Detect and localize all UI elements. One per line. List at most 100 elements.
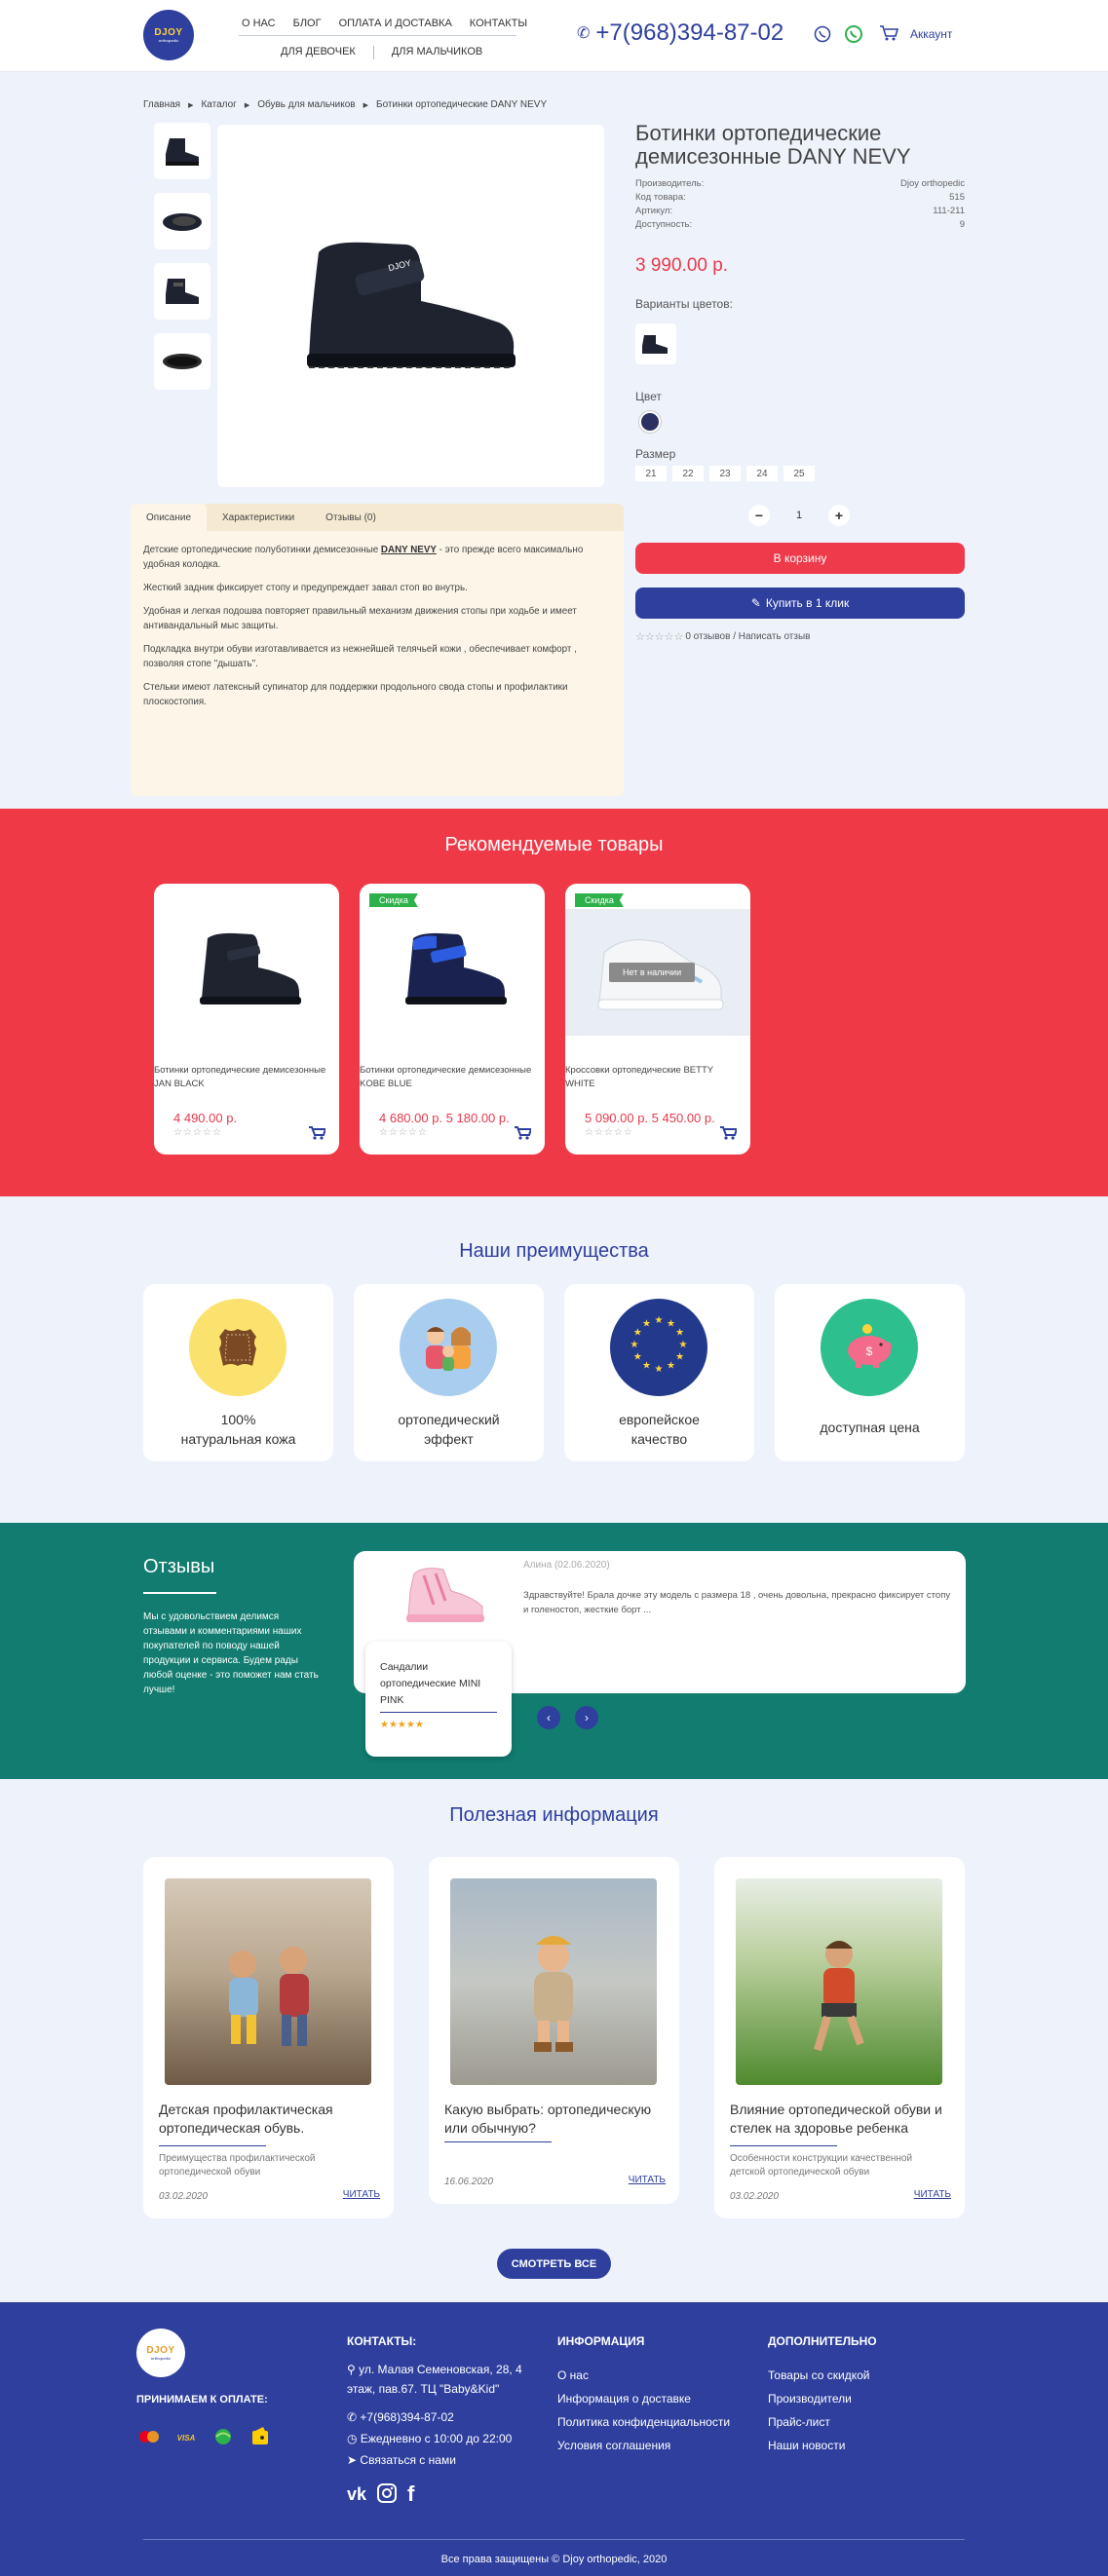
product-name-link[interactable]: DANY NEVY <box>381 545 437 555</box>
article-card[interactable]: Влияние ортопедической обуви и стелек на… <box>714 1857 965 2218</box>
add-to-cart-icon[interactable] <box>308 1125 327 1144</box>
buy-one-click-button[interactable]: ✎ Купить в 1 клик <box>635 587 965 619</box>
edit-icon: ✎ <box>750 596 761 610</box>
footer-link[interactable]: Наши новости <box>768 2434 869 2457</box>
whatsapp-icon[interactable] <box>844 24 863 44</box>
nav-blog[interactable]: БЛОГ <box>293 18 322 29</box>
header-phone[interactable]: ✆ +7(968)394-87-02 <box>577 19 783 47</box>
breadcrumb-arrow-icon: ▶ <box>363 101 369 109</box>
footer-logo[interactable]: DJOY orthopedic <box>136 2329 185 2377</box>
color-swatch[interactable] <box>639 411 661 433</box>
article-card[interactable]: Детская профилактическая ортопедическая … <box>143 1857 394 2218</box>
read-more-link[interactable]: ЧИТАТЬ <box>629 2175 666 2185</box>
article-title[interactable]: Влияние ортопедической обуви и стелек на… <box>730 2101 954 2138</box>
product-thumbnail[interactable] <box>154 123 210 179</box>
product-rating: ☆☆☆☆☆ 0 отзывов / Написать отзыв <box>635 630 810 643</box>
color-variant-option[interactable] <box>635 323 676 364</box>
footer-address: ⚲ ул. Малая Семеновская, 28, 4 этаж, пав… <box>347 2363 522 2396</box>
vk-icon[interactable]: vk <box>347 2484 366 2505</box>
product-thumbnail[interactable] <box>154 263 210 320</box>
view-all-button[interactable]: СМОТРЕТЬ ВСЕ <box>497 2249 611 2279</box>
footer-link[interactable]: Прайс-лист <box>768 2410 869 2434</box>
product-thumbnail[interactable] <box>154 193 210 249</box>
footer-divider <box>143 2539 965 2540</box>
nav-divider <box>239 35 516 36</box>
visa-icon: VISA <box>173 2428 199 2445</box>
account-link[interactable]: Аккаунт <box>910 27 952 41</box>
reviews-title-underline <box>143 1592 216 1594</box>
mastercard-icon <box>136 2428 162 2445</box>
payment-methods: VISA <box>136 2427 273 2445</box>
size-option[interactable]: 24 <box>746 466 778 481</box>
site-logo[interactable]: DJOY orthopedic <box>143 10 194 60</box>
instagram-icon[interactable] <box>376 2482 398 2507</box>
size-option[interactable]: 25 <box>783 466 815 481</box>
article-title[interactable]: Детская профилактическая ортопедическая … <box>159 2101 383 2138</box>
article-card[interactable]: Какую выбрать: ортопедическую или обычну… <box>429 1857 679 2204</box>
review-product-image[interactable] <box>385 1557 502 1635</box>
location-pin-icon: ⚲ <box>347 2363 356 2376</box>
plus-icon[interactable]: + <box>828 505 850 526</box>
footer-link[interactable]: Информация о доставке <box>557 2387 730 2410</box>
read-more-link[interactable]: ЧИТАТЬ <box>343 2189 380 2200</box>
description-paragraph: Детские ортопедические полуботинки демис… <box>143 545 584 570</box>
nav-payment-delivery[interactable]: ОПЛАТА И ДОСТАВКА <box>339 18 452 29</box>
viber-icon[interactable] <box>813 24 832 44</box>
add-to-cart-icon[interactable] <box>719 1125 739 1144</box>
quantity-value[interactable]: 1 <box>770 510 828 521</box>
breadcrumb-arrow-icon: ▶ <box>188 101 194 109</box>
product-card-name[interactable]: Ботинки ортопедические демисезонные KOBE… <box>360 1064 535 1091</box>
prev-arrow-icon[interactable]: ‹ <box>537 1706 560 1729</box>
size-option[interactable]: 22 <box>672 466 704 481</box>
article-image <box>450 1878 657 2085</box>
footer-phone[interactable]: ✆ +7(968)394-87-02 <box>347 2406 454 2429</box>
footer-link[interactable]: О нас <box>557 2364 730 2387</box>
nav-about[interactable]: О НАС <box>242 18 276 29</box>
size-option[interactable]: 23 <box>709 466 741 481</box>
product-card[interactable]: Скидка Нет в наличии Кроссовки ортопедич… <box>565 884 750 1155</box>
main-nav: О НАС БЛОГ ОПЛАТА И ДОСТАВКА КОНТАКТЫ <box>242 18 527 29</box>
product-card-name[interactable]: Ботинки ортопедические демисезонные JAN … <box>154 1064 329 1091</box>
tab-characteristics[interactable]: Характеристики <box>207 504 310 531</box>
article-title[interactable]: Какую выбрать: ортопедическую или обычну… <box>444 2101 669 2138</box>
breadcrumb-home[interactable]: Главная <box>143 99 180 110</box>
product-card-price: 5 090.00 р. 5 450.00 р. <box>585 1111 715 1125</box>
facebook-icon[interactable]: f <box>407 2481 414 2507</box>
boot-image: DJOY <box>306 242 516 368</box>
product-card[interactable]: Ботинки ортопедические демисезонные JAN … <box>154 884 339 1155</box>
article-image <box>165 1878 371 2085</box>
contact-us-link[interactable]: ➤ Связаться с нами <box>347 2448 456 2472</box>
advantages-title: Наши преимущества <box>459 1240 649 1262</box>
variants-label: Варианты цветов: <box>635 297 733 311</box>
footer-link[interactable]: Производители <box>768 2387 869 2410</box>
tab-description[interactable]: Описание <box>131 504 208 531</box>
article-date: 03.02.2020 <box>730 2191 780 2202</box>
nav-girls[interactable]: ДЛЯ ДЕВОЧЕК <box>281 46 356 59</box>
discount-badge: Скидка <box>369 893 418 907</box>
tab-reviews[interactable]: Отзывы (0) <box>310 504 392 531</box>
review-product-name[interactable]: Сандалии ортопедические MINI PINK <box>380 1659 502 1709</box>
footer-link[interactable]: Товары со скидкой <box>768 2364 869 2387</box>
add-to-cart-icon[interactable] <box>514 1125 533 1144</box>
next-arrow-icon[interactable]: › <box>575 1706 598 1729</box>
add-to-cart-button[interactable]: В корзину <box>635 543 965 574</box>
product-card[interactable]: Скидка Ботинки ортопедические демисезонн… <box>360 884 545 1155</box>
article-date: 16.06.2020 <box>444 2177 494 2187</box>
payment-label: ПРИНИМАЕМ К ОПЛАТЕ: <box>136 2394 268 2406</box>
breadcrumb-catalog[interactable]: Каталог <box>201 99 236 110</box>
size-option[interactable]: 21 <box>635 466 667 481</box>
product-thumbnail[interactable] <box>154 333 210 390</box>
footer-link[interactable]: Политика конфиденциальности <box>557 2410 730 2434</box>
minus-icon[interactable]: − <box>748 505 770 526</box>
footer-link[interactable]: Условия соглашения <box>557 2434 730 2457</box>
product-card-name[interactable]: Кроссовки ортопедические BETTY WHITE <box>565 1064 741 1091</box>
nav-boys[interactable]: ДЛЯ МАЛЬЧИКОВ <box>392 46 482 59</box>
write-review-link[interactable]: 0 отзывов / Написать отзыв <box>685 631 810 642</box>
cart-icon[interactable] <box>879 23 898 43</box>
product-main-image[interactable]: DJOY <box>217 125 604 487</box>
product-card-image <box>154 909 339 1036</box>
breadcrumb-category[interactable]: Обувь для мальчиков <box>257 99 355 110</box>
nav-contacts[interactable]: КОНТАКТЫ <box>470 18 527 29</box>
nav-separator <box>372 46 374 59</box>
read-more-link[interactable]: ЧИТАТЬ <box>914 2189 951 2200</box>
